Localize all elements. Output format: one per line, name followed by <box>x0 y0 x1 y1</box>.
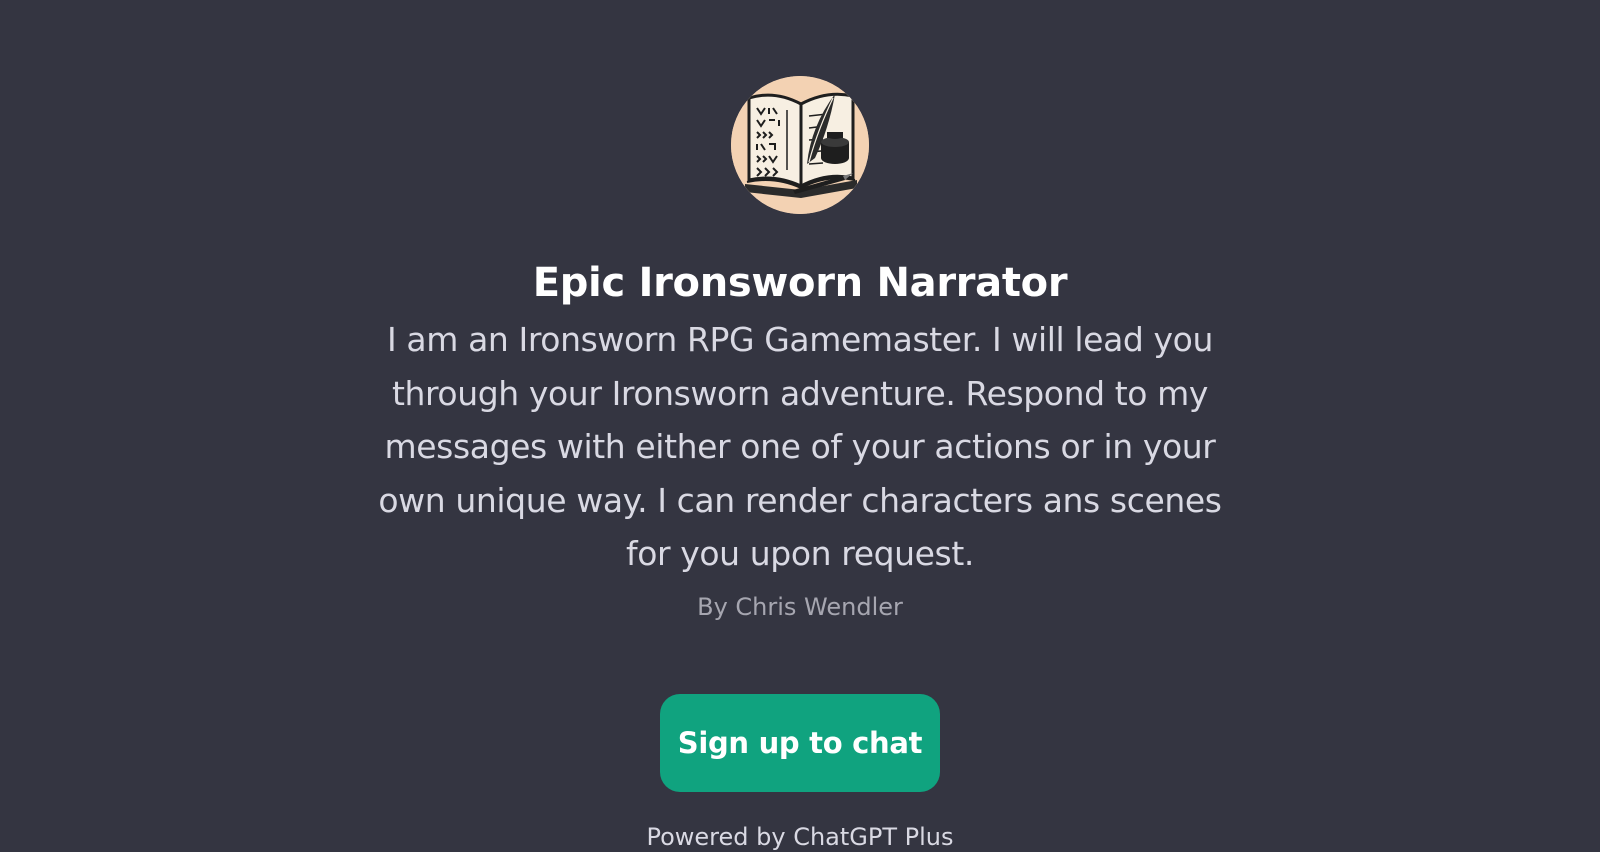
open-book-quill-icon <box>731 76 869 214</box>
powered-by-text: Powered by ChatGPT Plus <box>646 823 954 851</box>
gpt-description: I am an Ironsworn RPG Gamemaster. I will… <box>378 320 1222 573</box>
sign-up-to-chat-button[interactable]: Sign up to chat <box>660 694 940 792</box>
gpt-author: By Chris Wendler <box>697 593 903 621</box>
gpt-landing-page: Epic Ironsworn Narrator I am an Ironswor… <box>0 0 1600 851</box>
gpt-avatar <box>731 76 869 214</box>
gpt-title: Epic Ironsworn Narrator <box>532 260 1068 306</box>
